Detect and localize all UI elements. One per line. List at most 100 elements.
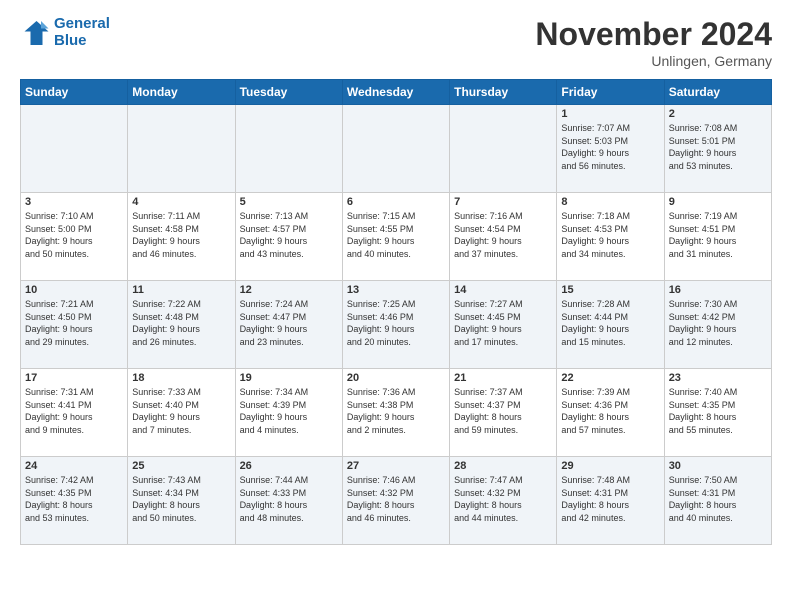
logo-line2: Blue [54, 32, 87, 49]
calendar-header: SundayMondayTuesdayWednesdayThursdayFrid… [21, 80, 772, 105]
calendar-cell: 10Sunrise: 7:21 AMSunset: 4:50 PMDayligh… [21, 281, 128, 369]
calendar-cell: 5 Sunrise: 7:13 AMSunset: 4:57 PMDaylight… [235, 193, 342, 281]
day-info: Sunrise: 7:19 AMSunset: 4:51 PMDaylight:… [669, 210, 767, 260]
calendar-cell: 8 Sunrise: 7:18 AMSunset: 4:53 PMDaylight… [557, 193, 664, 281]
calendar-cell: 26Sunrise: 7:44 AMSunset: 4:33 PMDayligh… [235, 457, 342, 545]
calendar-cell: 2Sunrise: 7:08 AMSunset: 5:01 PMDaylight… [664, 105, 771, 193]
calendar-cell: 19 Sunrise: 7:34 AMSunset: 4:39 PMDayligh… [235, 369, 342, 457]
calendar-cell: 29Sunrise: 7:48 AMSunset: 4:31 PMDayligh… [557, 457, 664, 545]
day-number: 5 [240, 196, 338, 208]
day-info: Sunrise: 7:27 AMSunset: 4:45 PMDaylight:… [454, 298, 552, 348]
day-info: Sunrise: 7:36 AMSunset: 4:38 PMDaylight:… [347, 386, 445, 436]
header-day: Tuesday [235, 80, 342, 105]
day-info: Sunrise: 7:21 AMSunset: 4:50 PMDaylight:… [25, 298, 123, 348]
day-info: Sunrise: 7:33 AMSunset: 4:40 PMDaylight:… [132, 386, 230, 436]
day-number: 16 [669, 284, 767, 296]
day-number: 24 [25, 460, 123, 472]
header-day: Saturday [664, 80, 771, 105]
day-info: Sunrise: 7:18 AMSunset: 4:53 PMDaylight:… [561, 210, 659, 260]
calendar-cell [450, 105, 557, 193]
calendar-cell: 11 Sunrise: 7:22 AMSunset: 4:48 PMDayligh… [128, 281, 235, 369]
calendar-cell [128, 105, 235, 193]
day-number: 2 [669, 108, 767, 120]
day-number: 4 [132, 196, 230, 208]
day-info: Sunrise: 7:16 AMSunset: 4:54 PMDaylight:… [454, 210, 552, 260]
calendar-body: 1 Sunrise: 7:07 AMSunset: 5:03 PMDaylight… [21, 105, 772, 545]
header-day: Sunday [21, 80, 128, 105]
day-info: Sunrise: 7:24 AMSunset: 4:47 PMDaylight:… [240, 298, 338, 348]
calendar-cell: 13Sunrise: 7:25 AMSunset: 4:46 PMDayligh… [342, 281, 449, 369]
calendar-cell: 1 Sunrise: 7:07 AMSunset: 5:03 PMDaylight… [557, 105, 664, 193]
day-info: Sunrise: 7:37 AMSunset: 4:37 PMDaylight:… [454, 386, 552, 436]
day-info: Sunrise: 7:11 AMSunset: 4:58 PMDaylight:… [132, 210, 230, 260]
calendar-week: 10Sunrise: 7:21 AMSunset: 4:50 PMDayligh… [21, 281, 772, 369]
day-number: 23 [669, 372, 767, 384]
day-number: 30 [669, 460, 767, 472]
day-info: Sunrise: 7:10 AMSunset: 5:00 PMDaylight:… [25, 210, 123, 260]
calendar-cell: 20Sunrise: 7:36 AMSunset: 4:38 PMDayligh… [342, 369, 449, 457]
month-title: November 2024 [535, 16, 772, 53]
logo-text: General Blue [54, 16, 110, 49]
calendar-cell: 21 Sunrise: 7:37 AMSunset: 4:37 PMDayligh… [450, 369, 557, 457]
calendar-cell: 27Sunrise: 7:46 AMSunset: 4:32 PMDayligh… [342, 457, 449, 545]
day-info: Sunrise: 7:50 AMSunset: 4:31 PMDaylight:… [669, 474, 767, 524]
day-info: Sunrise: 7:25 AMSunset: 4:46 PMDaylight:… [347, 298, 445, 348]
calendar-week: 24 Sunrise: 7:42 AMSunset: 4:35 PMDayligh… [21, 457, 772, 545]
logo-line1: General [54, 15, 110, 32]
calendar-cell: 3 Sunrise: 7:10 AMSunset: 5:00 PMDaylight… [21, 193, 128, 281]
calendar-cell [21, 105, 128, 193]
calendar-cell: 18 Sunrise: 7:33 AMSunset: 4:40 PMDayligh… [128, 369, 235, 457]
calendar-cell: 7Sunrise: 7:16 AMSunset: 4:54 PMDaylight… [450, 193, 557, 281]
day-info: Sunrise: 7:34 AMSunset: 4:39 PMDaylight:… [240, 386, 338, 436]
day-info: Sunrise: 7:40 AMSunset: 4:35 PMDaylight:… [669, 386, 767, 436]
day-number: 21 [454, 372, 552, 384]
calendar-cell: 28Sunrise: 7:47 AMSunset: 4:32 PMDayligh… [450, 457, 557, 545]
page: General Blue November 2024 Unlingen, Ger… [0, 0, 792, 612]
day-number: 15 [561, 284, 659, 296]
day-number: 12 [240, 284, 338, 296]
calendar-cell [235, 105, 342, 193]
calendar-cell: 25 Sunrise: 7:43 AMSunset: 4:34 PMDayligh… [128, 457, 235, 545]
day-number: 26 [240, 460, 338, 472]
day-info: Sunrise: 7:13 AMSunset: 4:57 PMDaylight:… [240, 210, 338, 260]
calendar-cell: 16 Sunrise: 7:30 AMSunset: 4:42 PMDayligh… [664, 281, 771, 369]
day-info: Sunrise: 7:30 AMSunset: 4:42 PMDaylight:… [669, 298, 767, 348]
header-row: SundayMondayTuesdayWednesdayThursdayFrid… [21, 80, 772, 105]
header: General Blue November 2024 Unlingen, Ger… [20, 16, 772, 69]
day-number: 3 [25, 196, 123, 208]
day-number: 17 [25, 372, 123, 384]
day-number: 8 [561, 196, 659, 208]
day-number: 25 [132, 460, 230, 472]
header-day: Monday [128, 80, 235, 105]
day-info: Sunrise: 7:39 AMSunset: 4:36 PMDaylight:… [561, 386, 659, 436]
day-number: 19 [240, 372, 338, 384]
day-info: Sunrise: 7:28 AMSunset: 4:44 PMDaylight:… [561, 298, 659, 348]
day-number: 22 [561, 372, 659, 384]
day-number: 6 [347, 196, 445, 208]
day-info: Sunrise: 7:47 AMSunset: 4:32 PMDaylight:… [454, 474, 552, 524]
title-block: November 2024 Unlingen, Germany [535, 16, 772, 69]
day-info: Sunrise: 7:15 AMSunset: 4:55 PMDaylight:… [347, 210, 445, 260]
day-info: Sunrise: 7:43 AMSunset: 4:34 PMDaylight:… [132, 474, 230, 524]
calendar-cell [342, 105, 449, 193]
logo: General Blue [20, 16, 110, 49]
calendar-cell: 22 Sunrise: 7:39 AMSunset: 4:36 PMDayligh… [557, 369, 664, 457]
day-info: Sunrise: 7:42 AMSunset: 4:35 PMDaylight:… [25, 474, 123, 524]
day-info: Sunrise: 7:22 AMSunset: 4:48 PMDaylight:… [132, 298, 230, 348]
day-number: 1 [561, 108, 659, 120]
day-info: Sunrise: 7:46 AMSunset: 4:32 PMDaylight:… [347, 474, 445, 524]
day-info: Sunrise: 7:31 AMSunset: 4:41 PMDaylight:… [25, 386, 123, 436]
calendar-table: SundayMondayTuesdayWednesdayThursdayFrid… [20, 79, 772, 545]
day-number: 9 [669, 196, 767, 208]
logo-icon [20, 18, 50, 48]
day-number: 11 [132, 284, 230, 296]
calendar-cell: 15 Sunrise: 7:28 AMSunset: 4:44 PMDayligh… [557, 281, 664, 369]
calendar-cell: 14Sunrise: 7:27 AMSunset: 4:45 PMDayligh… [450, 281, 557, 369]
header-day: Wednesday [342, 80, 449, 105]
day-number: 18 [132, 372, 230, 384]
location: Unlingen, Germany [535, 53, 772, 69]
calendar-week: 3 Sunrise: 7:10 AMSunset: 5:00 PMDaylight… [21, 193, 772, 281]
calendar-cell: 4 Sunrise: 7:11 AMSunset: 4:58 PMDaylight… [128, 193, 235, 281]
day-info: Sunrise: 7:07 AMSunset: 5:03 PMDaylight:… [561, 122, 659, 172]
calendar-cell: 24 Sunrise: 7:42 AMSunset: 4:35 PMDayligh… [21, 457, 128, 545]
